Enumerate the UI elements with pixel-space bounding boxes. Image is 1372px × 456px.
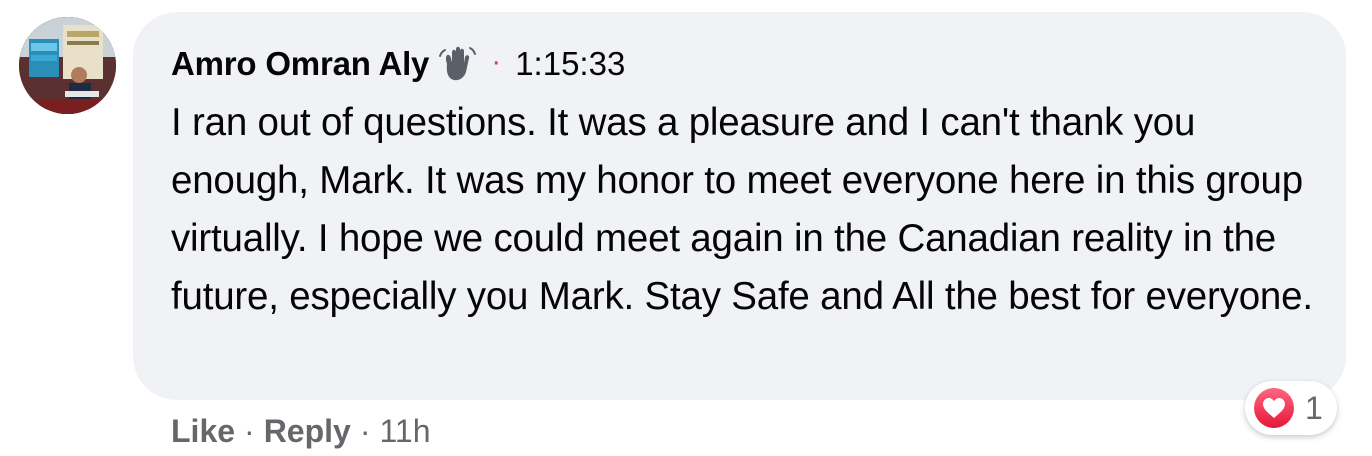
waving-hand-icon xyxy=(437,44,477,84)
like-button[interactable]: Like xyxy=(171,413,235,450)
reactions-summary[interactable]: 1 xyxy=(1245,381,1337,435)
comment-header: Amro Omran Aly · 1:15:33 xyxy=(171,42,625,86)
comment-bubble: Amro Omran Aly · 1:15:33 I ran out of qu… xyxy=(133,12,1346,400)
comment-text: I ran out of questions. It was a pleasur… xyxy=(171,101,1313,318)
reaction-count: 1 xyxy=(1305,389,1323,426)
comment-age[interactable]: 11h xyxy=(379,413,430,450)
heart-icon xyxy=(1253,387,1295,429)
action-separator: · xyxy=(244,412,255,449)
avatar[interactable] xyxy=(19,17,116,114)
timestamp-separator: · xyxy=(491,45,502,78)
author-name[interactable]: Amro Omran Aly xyxy=(171,45,429,83)
action-separator: · xyxy=(359,412,371,449)
comment-actions: Like · Reply · 11h xyxy=(171,408,431,454)
reply-button[interactable]: Reply xyxy=(264,413,351,450)
video-timestamp[interactable]: 1:15:33 xyxy=(515,45,625,83)
